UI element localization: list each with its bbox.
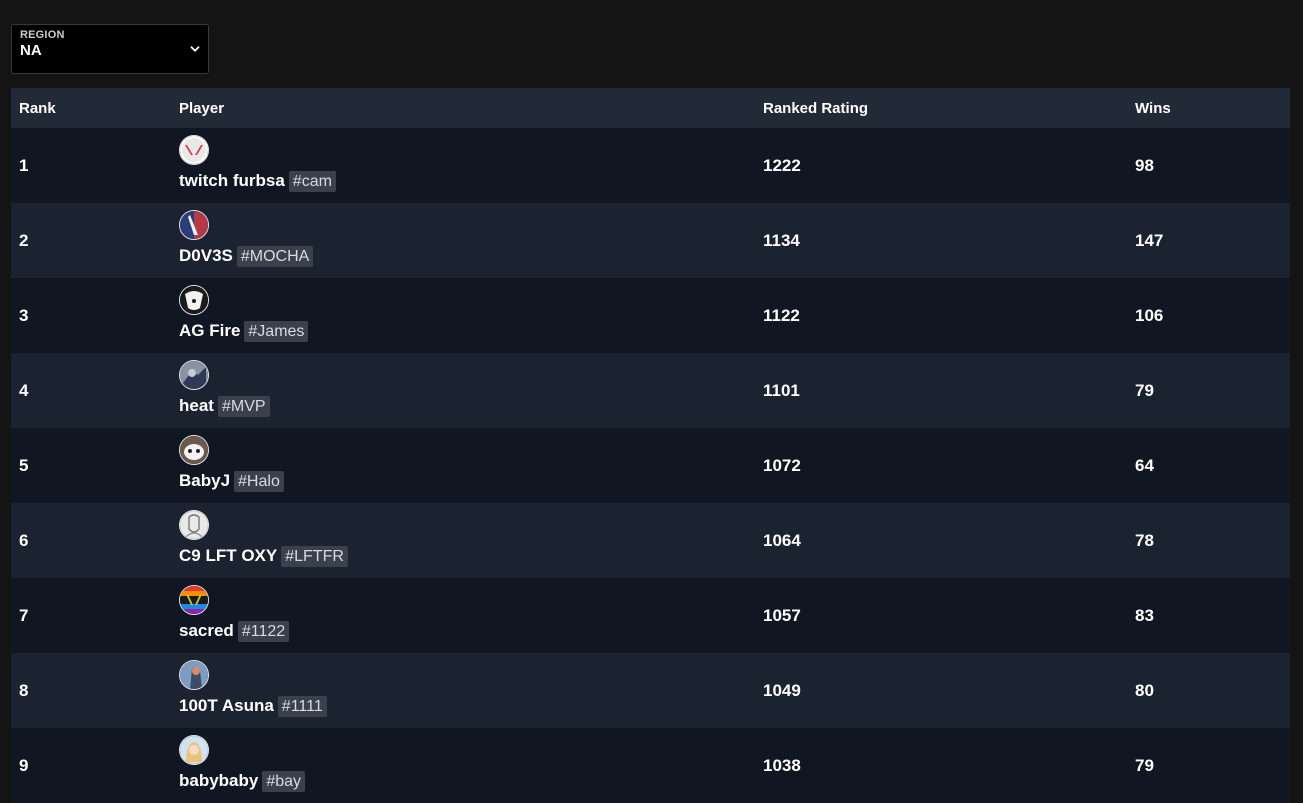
white-mask-avatar-icon [179,285,209,315]
rating-cell: 1064 [763,530,801,550]
wins-cell: 79 [1135,755,1154,775]
rank-cell: 1 [19,155,29,175]
player-cell: twitch furbsa #cam [179,135,336,192]
player-name[interactable]: AG Fire [179,321,240,341]
player-tag: #MOCHA [236,245,314,267]
rank-cell: 8 [19,680,29,700]
player-name[interactable]: C9 LFT OXY [179,546,277,566]
rank-cell: 3 [19,305,29,325]
chevron-down-icon [189,42,201,54]
rank-cell: 2 [19,230,29,250]
table-row[interactable]: 6 C9 LFT OXY #LFTFR 1064 78 [11,503,1290,578]
leaderboard-table: Rank Player Ranked Rating Wins 1 twitch … [11,88,1290,803]
player-tag: #1122 [237,620,290,642]
player-tag: #MVP [217,395,270,417]
rank-cell: 6 [19,530,29,550]
player-name[interactable]: twitch furbsa [179,171,285,191]
player-name[interactable]: BabyJ [179,471,230,491]
player-name[interactable]: D0V3S [179,246,233,266]
rating-cell: 1122 [763,305,800,325]
region-select[interactable]: REGION NA [11,24,209,74]
table-row[interactable]: 1 twitch furbsa #cam 1222 98 [11,128,1290,203]
wins-cell: 79 [1135,380,1154,400]
agent-avatar-icon [179,660,209,690]
rainbow-valorant-avatar-icon [179,585,209,615]
player-tag: #cam [288,170,336,192]
wins-cell: 80 [1135,680,1154,700]
anime-avatar-icon [179,735,209,765]
player-name[interactable]: babybaby [179,771,258,791]
player-tag: #Halo [234,470,284,492]
player-cell: D0V3S #MOCHA [179,210,314,267]
wins-cell: 64 [1135,455,1154,475]
rank-cell: 9 [19,755,29,775]
sketch-avatar-icon [179,510,209,540]
player-cell: C9 LFT OXY #LFTFR [179,510,348,567]
player-tag: #bay [262,770,306,792]
header-wins: Wins [1135,99,1171,117]
table-row[interactable]: 9 babybaby #bay 1038 79 [11,728,1290,803]
wins-cell: 106 [1135,305,1164,325]
player-cell: sacred #1122 [179,585,290,642]
table-row[interactable]: 2 D0V3S #MOCHA 1134 147 [11,203,1290,278]
wins-cell: 83 [1135,605,1154,625]
table-header: Rank Player Ranked Rating Wins [11,88,1290,128]
valorant-logo-avatar-icon [179,135,209,165]
rating-cell: 1134 [763,230,800,250]
wins-cell: 98 [1135,155,1154,175]
player-cell: AG Fire #James [179,285,309,342]
rank-cell: 4 [19,380,29,400]
region-select-value: NA [20,42,42,59]
wins-cell: 78 [1135,530,1154,550]
region-select-label: REGION [20,29,65,41]
leaderboard-page: REGION NA Rank Player Ranked Rating Wins… [0,0,1303,803]
rating-cell: 1049 [763,680,801,700]
player-tag: #James [244,320,309,342]
player-tag: #LFTFR [281,545,348,567]
agent-avatar-icon [179,210,209,240]
pet-avatar-icon [179,435,209,465]
player-tag: #1111 [277,695,327,717]
rating-cell: 1072 [763,455,801,475]
rank-cell: 5 [19,455,29,475]
agent-avatar-icon [179,360,209,390]
rank-cell: 7 [19,605,29,625]
table-row[interactable]: 5 BabyJ #Halo 1072 64 [11,428,1290,503]
rating-cell: 1101 [763,380,800,400]
player-name[interactable]: sacred [179,621,234,641]
player-cell: 100T Asuna #1111 [179,660,327,717]
table-row[interactable]: 4 heat #MVP 1101 79 [11,353,1290,428]
wins-cell: 147 [1135,230,1164,250]
player-cell: babybaby #bay [179,735,306,792]
rating-cell: 1222 [763,155,801,175]
rating-cell: 1038 [763,755,801,775]
table-row[interactable]: 7 sacred #1122 1057 83 [11,578,1290,653]
player-cell: heat #MVP [179,360,270,417]
header-player: Player [179,99,225,117]
header-rank: Rank [19,99,56,117]
rating-cell: 1057 [763,605,801,625]
header-ranked-rating: Ranked Rating [763,99,869,117]
table-row[interactable]: 3 AG Fire #James 1122 106 [11,278,1290,353]
table-row[interactable]: 8 100T Asuna #1111 1049 80 [11,653,1290,728]
player-name[interactable]: heat [179,396,214,416]
player-cell: BabyJ #Halo [179,435,284,492]
player-name[interactable]: 100T Asuna [179,696,274,716]
